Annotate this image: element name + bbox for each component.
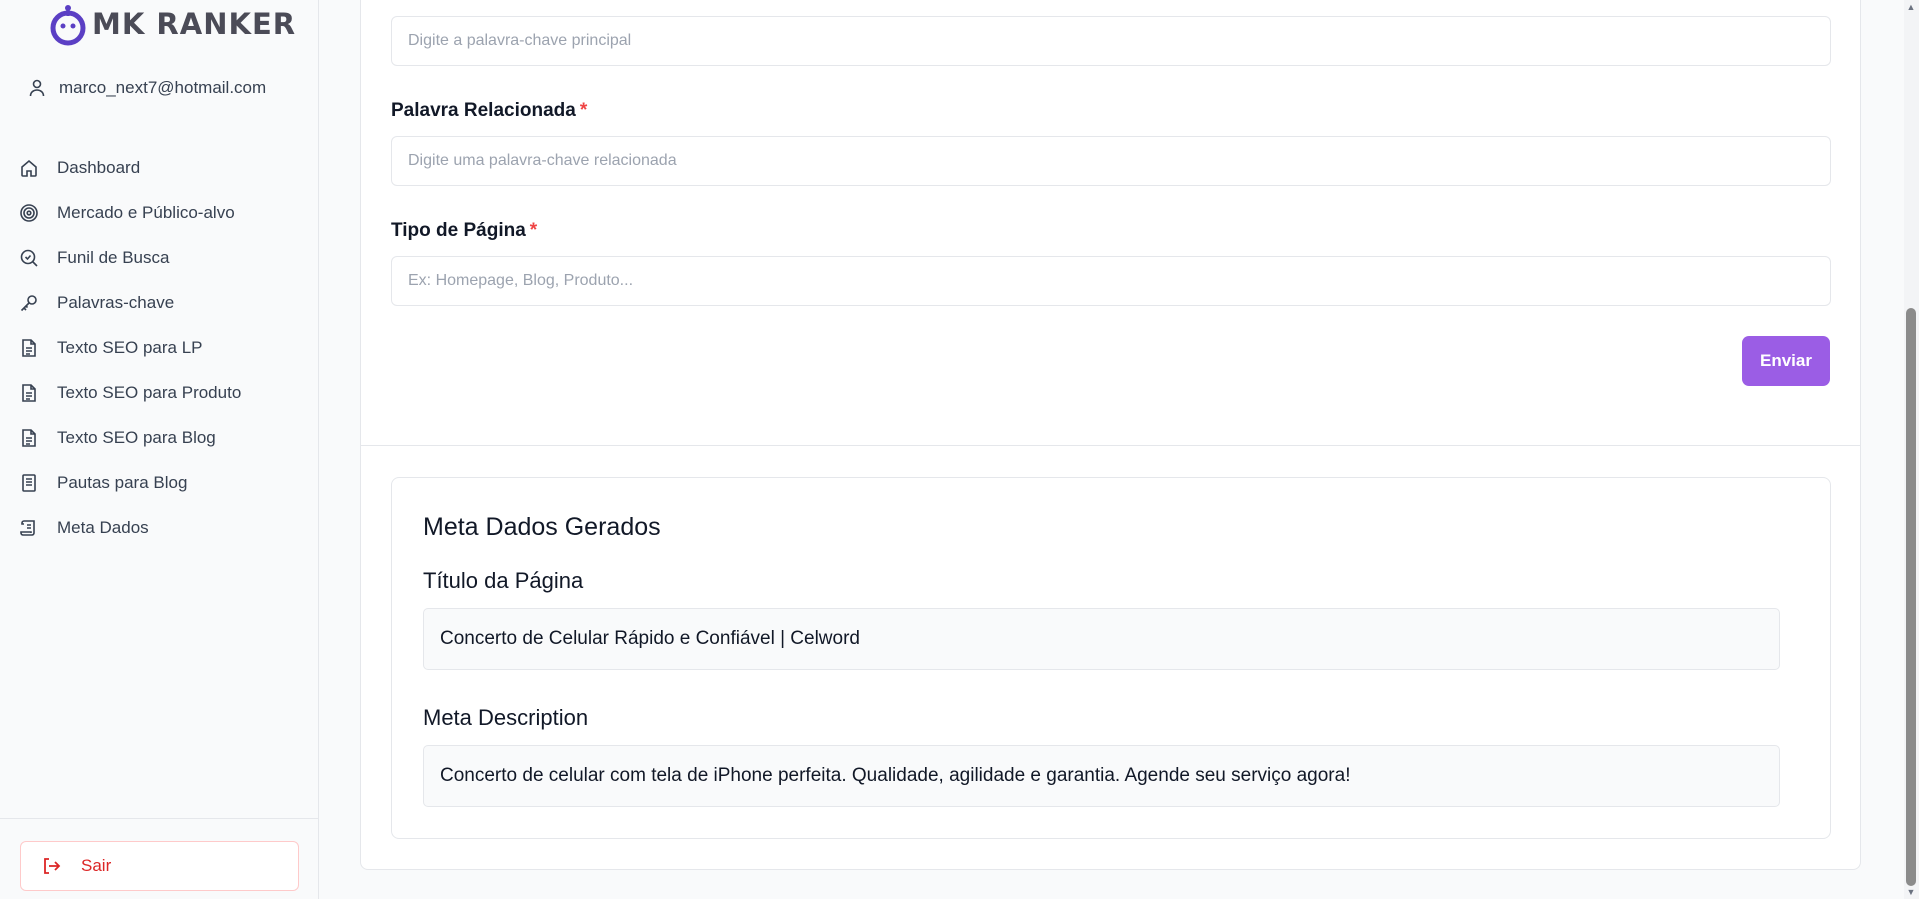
sidebar-item-label: Dashboard [57,157,141,177]
sidebar-item-label: Palavras-chave [57,292,175,312]
scrollbar-thumb[interactable] [1906,308,1916,886]
sidebar-item-texto-seo-blog[interactable]: Texto SEO para Blog [19,415,299,460]
document-icon [22,428,36,447]
logout-button[interactable]: Sair [20,841,299,891]
robot-logo-icon [50,5,86,46]
sidebar-item-texto-seo-lp[interactable]: Texto SEO para LP [19,325,299,370]
sidebar-item-label: Funil de Busca [57,247,170,267]
related-keyword-input[interactable] [391,136,1831,186]
scroll-icon [20,519,35,536]
sidebar-item-label: Mercado e Público-alvo [57,202,235,222]
app-logo-text: MK RANKER [92,7,297,41]
sidebar-item-palavras-chave[interactable]: Palavras-chave [19,280,299,325]
sidebar-footer: Sair [0,818,319,899]
sidebar-item-pautas-blog[interactable]: Pautas para Blog [19,460,299,505]
sidebar-item-label: Pautas para Blog [57,472,188,492]
page-title-output[interactable]: Concerto de Celular Rápido e Confiável |… [423,608,1780,670]
meta-description-label: Meta Description [423,705,589,730]
document-icon [22,383,36,402]
search-check-icon [20,249,38,267]
home-icon [21,159,37,177]
page-title-label: Título da Página [423,568,584,593]
meta-description-value: Concerto de celular com tela de iPhone p… [440,765,1351,786]
sidebar-item-label: Meta Dados [57,517,149,537]
page-type-label: Tipo de Página * [391,220,538,241]
sidebar-item-dashboard[interactable]: Dashboard [19,145,299,190]
scroll-down-arrow-icon[interactable]: ▼ [1906,887,1916,897]
app-logo[interactable]: MK RANKER [46,2,296,46]
sidebar-item-label: Texto SEO para Blog [57,427,216,447]
related-keyword-label: Palavra Relacionada * [391,100,588,121]
sidebar-item-mercado[interactable]: Mercado e Público-alvo [19,190,299,235]
key-icon [20,294,37,311]
document-icon [22,338,36,357]
page-type-input[interactable] [391,256,1831,306]
required-mark: * [579,100,588,121]
meta-description-output[interactable]: Concerto de celular com tela de iPhone p… [423,745,1780,807]
sidebar-item-funil[interactable]: Funil de Busca [19,235,299,280]
sidebar: MK RANKER marco_next7@hotmail.com Dashbo… [0,0,319,899]
result-card: Meta Dados Gerados Título da Página Conc… [391,477,1831,839]
logout-label: Sair [81,856,112,875]
section-divider [361,445,1860,446]
target-icon [20,203,38,222]
sidebar-item-texto-seo-produto[interactable]: Texto SEO para Produto [19,370,299,415]
main-keyword-input[interactable] [391,16,1831,66]
required-mark: * [529,220,538,241]
scroll-up-arrow-icon[interactable]: ▲ [1906,2,1916,12]
sidebar-item-label: Texto SEO para LP [57,337,203,357]
sidebar-item-label: Texto SEO para Produto [57,382,242,402]
user-email: marco_next7@hotmail.com [59,78,267,97]
result-title: Meta Dados Gerados [423,513,661,541]
user-icon [29,79,45,97]
notebook-icon [22,473,36,492]
logout-icon [44,858,61,874]
page-title-value: Concerto de Celular Rápido e Confiável |… [440,628,860,649]
sidebar-nav: Dashboard Mercado e Público-alvo Funil d… [19,145,299,550]
user-info: marco_next7@hotmail.com [29,78,266,98]
submit-button[interactable]: Enviar [1742,336,1830,386]
sidebar-item-meta-dados[interactable]: Meta Dados [19,505,299,550]
